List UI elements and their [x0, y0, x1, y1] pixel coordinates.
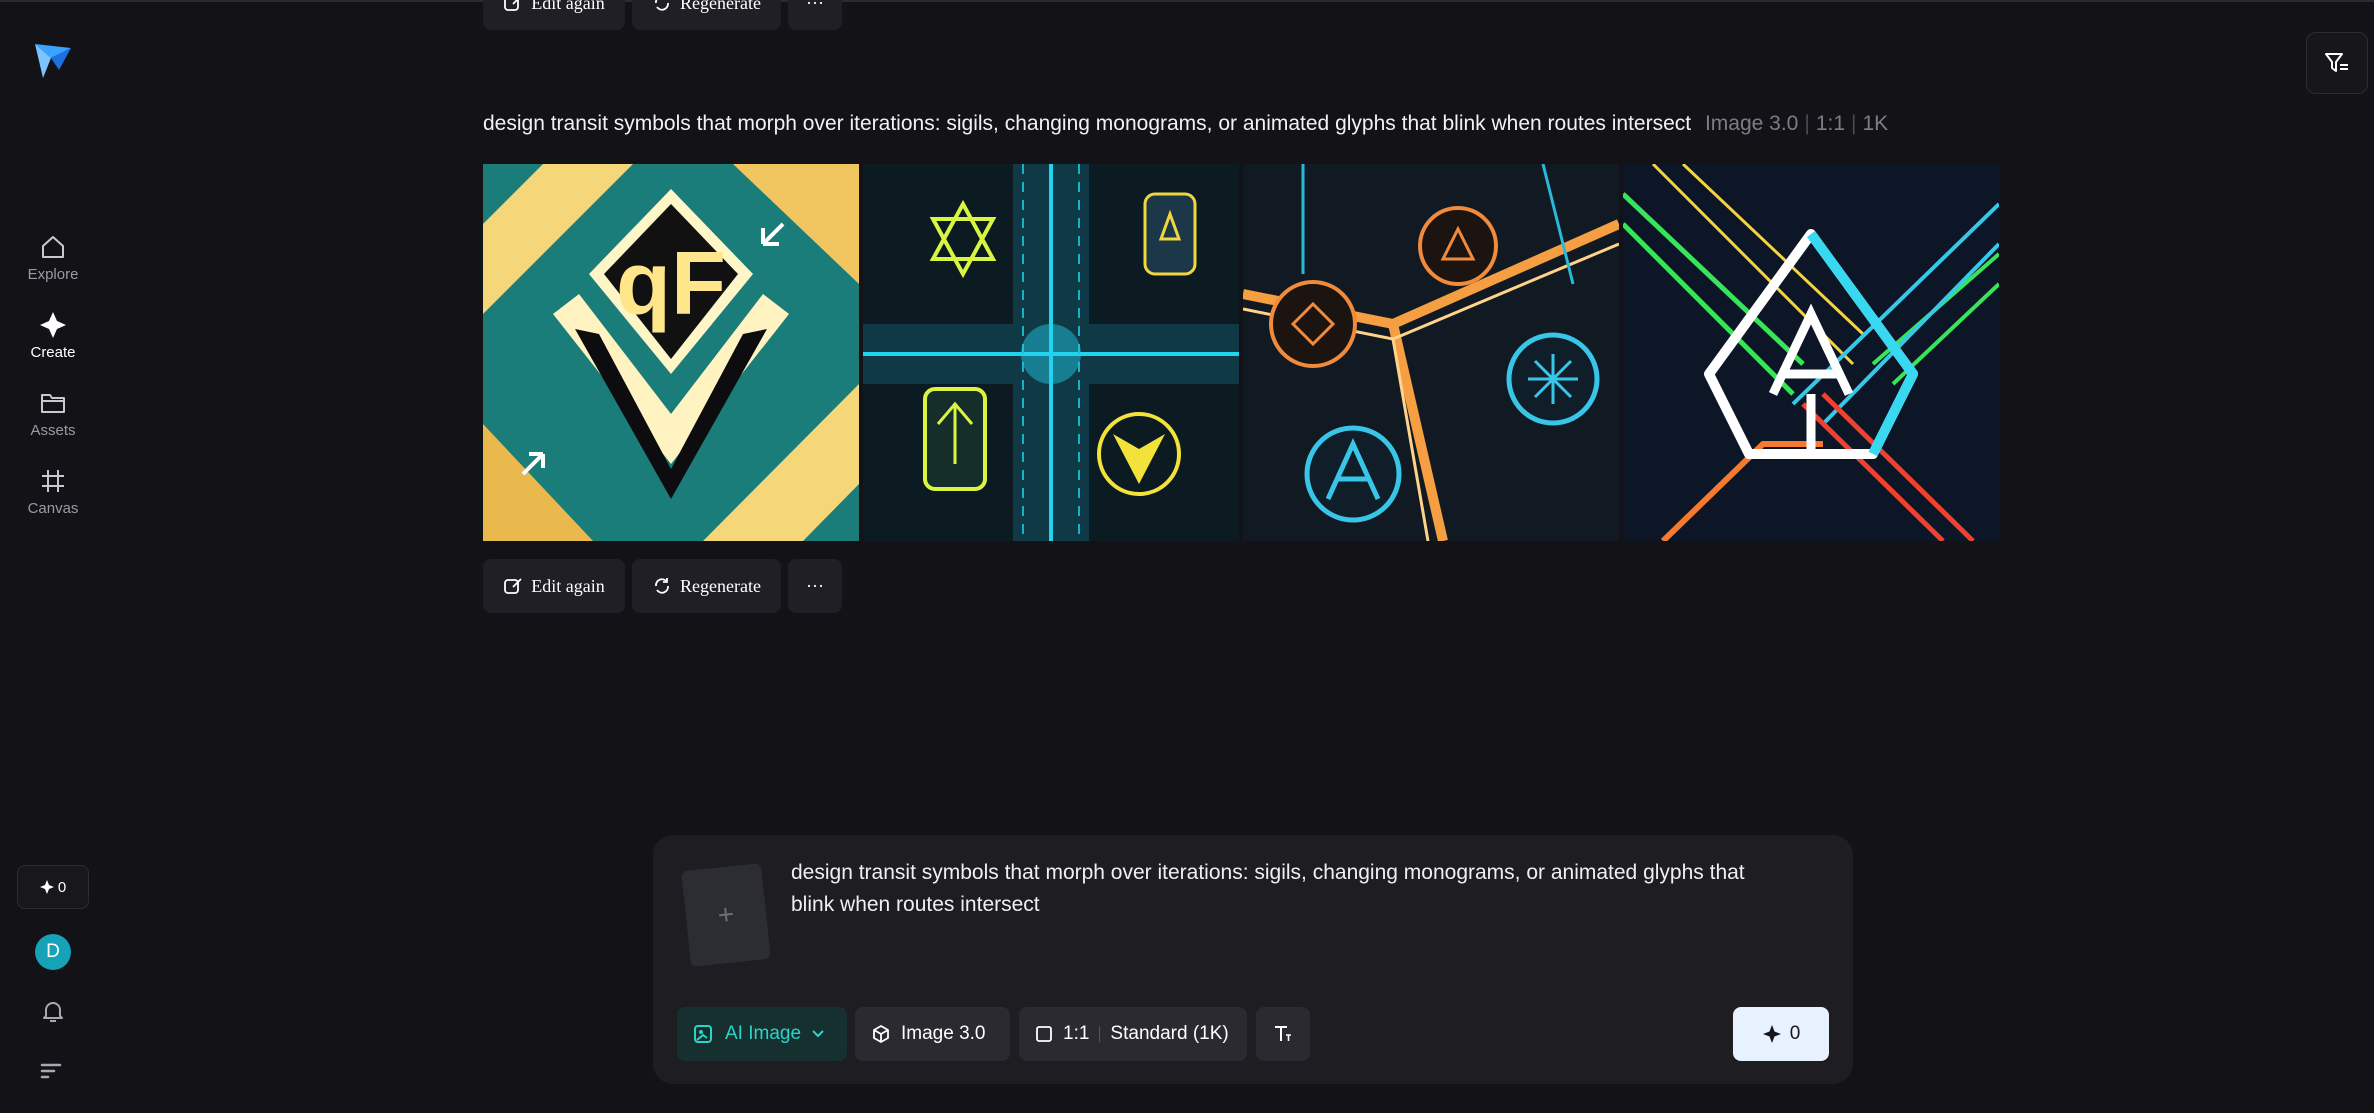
generation-ratio: 1:1	[1815, 112, 1846, 135]
edit-icon	[504, 578, 522, 594]
square-ratio-icon	[1036, 1026, 1052, 1042]
ratio-label: 1:1	[1063, 1023, 1090, 1044]
frame-icon	[42, 470, 64, 492]
text-icon	[1275, 1026, 1291, 1041]
edit-again-button[interactable]: Edit again	[483, 559, 625, 613]
generation-prompt: design transit symbols that morph over i…	[483, 112, 1692, 135]
notifications-button[interactable]	[39, 997, 67, 1030]
generated-image-3[interactable]	[1243, 164, 1619, 541]
svg-text:qF: qF	[616, 234, 726, 334]
separator: |	[1851, 112, 1857, 135]
separator: |	[1804, 112, 1810, 135]
text-options-button[interactable]	[1256, 1007, 1310, 1061]
more-icon: ···	[806, 0, 824, 13]
home-icon	[42, 236, 64, 258]
sidebar-item-label: Assets	[30, 422, 76, 439]
menu-button[interactable]	[40, 1061, 66, 1086]
edit-again-label: Edit again	[531, 575, 605, 596]
generate-button[interactable]: 0	[1733, 1007, 1829, 1061]
folder-icon	[41, 394, 65, 413]
sidebar-item-label: Explore	[27, 266, 79, 283]
chevron-down-icon	[812, 1030, 824, 1038]
more-button[interactable]: ···	[788, 559, 842, 613]
avatar[interactable]: D	[35, 934, 71, 970]
filter-button[interactable]	[2306, 32, 2368, 94]
refresh-icon	[655, 578, 669, 594]
model-label: Image 3.0	[901, 1023, 986, 1044]
prompt-composer: + design transit symbols that morph over…	[653, 835, 1853, 1084]
regenerate-button-previous[interactable]: Regenerate	[632, 0, 781, 30]
generation-model: Image 3.0	[1704, 112, 1799, 135]
sparkle-icon	[39, 880, 54, 894]
generation-prompt-line: design transit symbols that morph over i…	[483, 112, 1888, 136]
generated-images: qF	[483, 164, 2001, 541]
sidebar-item-explore[interactable]: Explore	[0, 232, 106, 283]
sidebar-item-create[interactable]: Create	[0, 310, 106, 361]
more-icon: ···	[806, 575, 824, 596]
sparkle-icon	[1762, 1025, 1781, 1043]
ratio-quality-select[interactable]: 1:1 Standard (1K)	[1019, 1007, 1247, 1061]
regenerate-button[interactable]: Regenerate	[632, 559, 781, 613]
quality-label: Standard (1K)	[1110, 1023, 1229, 1044]
divider	[1099, 1026, 1101, 1042]
image-icon	[694, 1025, 712, 1043]
prompt-input[interactable]: design transit symbols that morph over i…	[791, 857, 1791, 921]
top-border	[0, 0, 2374, 2]
regenerate-label: Regenerate	[680, 575, 761, 596]
filter-icon	[2325, 53, 2348, 72]
logo-icon	[35, 44, 71, 78]
sidebar: Explore Create Assets Canvas 0 D	[0, 0, 106, 1113]
credits-badge[interactable]: 0	[17, 865, 89, 909]
cube-icon	[873, 1025, 889, 1043]
generation-resolution: 1K	[1862, 112, 1889, 135]
generated-image-1[interactable]: qF	[483, 164, 859, 541]
refresh-icon	[655, 0, 669, 11]
edit-again-label: Edit again	[531, 0, 605, 13]
regenerate-label: Regenerate	[680, 0, 761, 13]
edit-again-button-previous[interactable]: Edit again	[483, 0, 625, 30]
more-button-previous[interactable]: ···	[788, 0, 842, 30]
edit-icon	[504, 0, 520, 11]
credits-count: 0	[57, 878, 67, 896]
add-reference-image-button[interactable]: +	[681, 863, 771, 967]
generated-image-2[interactable]	[863, 164, 1239, 541]
generated-image-4[interactable]	[1623, 164, 1999, 541]
sidebar-item-label: Create	[30, 344, 76, 361]
sparkle-icon	[40, 312, 66, 338]
model-select[interactable]: Image 3.0	[855, 1007, 1010, 1061]
sidebar-item-label: Canvas	[27, 500, 79, 517]
mode-label: AI Image	[725, 1023, 802, 1044]
plus-icon: +	[716, 898, 736, 931]
mode-select[interactable]: AI Image	[677, 1007, 847, 1061]
generate-cost: 0	[1789, 1023, 1801, 1044]
bell-icon	[43, 1002, 63, 1022]
app-logo[interactable]	[33, 40, 73, 80]
menu-icon	[40, 1063, 62, 1079]
sidebar-item-canvas[interactable]: Canvas	[0, 466, 106, 517]
sidebar-item-assets[interactable]: Assets	[0, 388, 106, 439]
